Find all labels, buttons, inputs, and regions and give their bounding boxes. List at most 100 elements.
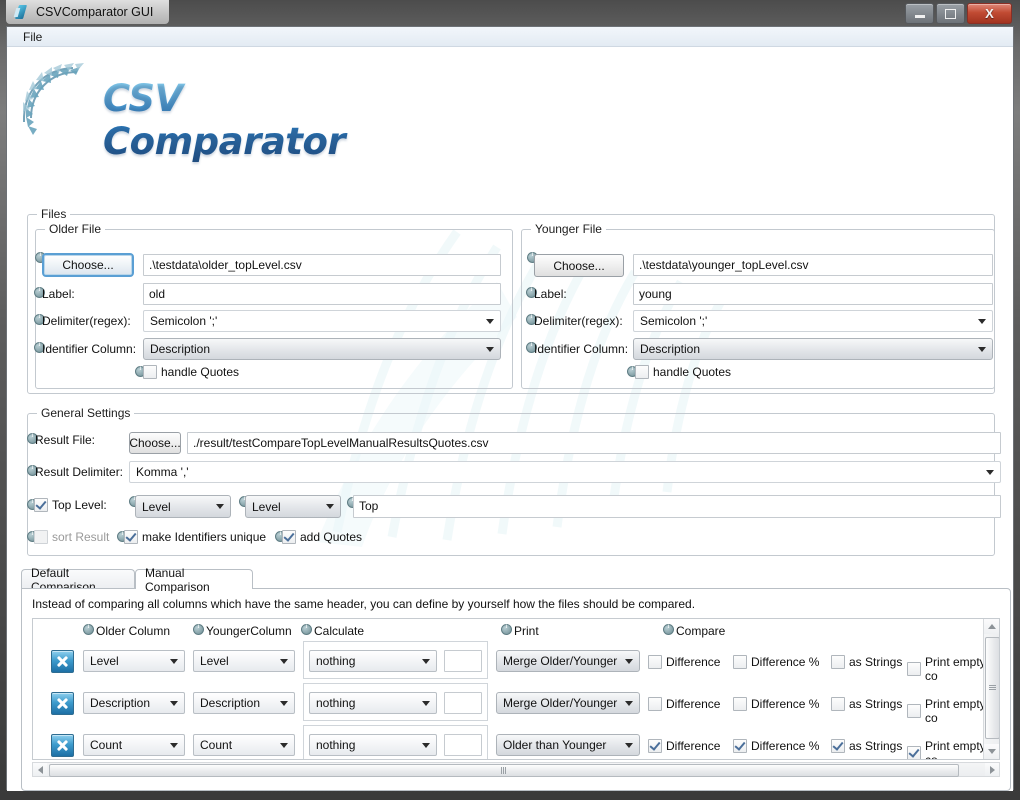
window-controls: X [905, 3, 1012, 24]
delete-row-button[interactable] [51, 734, 74, 757]
tab-manual-comparison[interactable]: Manual Comparison [135, 566, 253, 594]
row-calculate-combo[interactable]: nothing [309, 650, 437, 672]
older-path-field[interactable]: .\testdata\older_topLevel.csv [143, 254, 501, 276]
row-younger-column-combo[interactable]: Level [193, 650, 295, 672]
row-as-strings-checkbox[interactable]: as Strings [831, 655, 902, 669]
header-print-label: Print [514, 624, 539, 638]
row-print-combo[interactable]: Merge Older/Younger [496, 650, 640, 672]
row-calculate-value: nothing [316, 738, 356, 752]
scroll-down-button[interactable] [984, 744, 999, 759]
younger-delimiter-combo[interactable]: Semicolon ';' [633, 310, 993, 332]
top-level-text-value: Top [359, 499, 379, 513]
row-difference-checkbox[interactable]: Difference [648, 655, 720, 669]
checkbox-box [907, 746, 921, 759]
result-choose-button[interactable]: Choose... [129, 432, 181, 454]
younger-label-field[interactable]: young [633, 283, 993, 305]
row-calculate-combo[interactable]: nothing [309, 734, 437, 756]
tab-manual-comparison-label: Manual Comparison [145, 565, 210, 594]
add-quotes-checkbox[interactable]: add Quotes [282, 530, 362, 544]
younger-choose-button[interactable]: Choose... [534, 254, 624, 277]
make-identifiers-unique-checkbox[interactable]: make Identifiers unique [124, 530, 266, 544]
row-younger-column-combo[interactable]: Description [193, 692, 295, 714]
caret-down-icon [987, 749, 996, 754]
checkbox-box [831, 739, 845, 753]
minimize-button[interactable] [905, 3, 934, 24]
vertical-scroll-thumb[interactable] [985, 637, 999, 739]
younger-identifier-combo[interactable]: Description [633, 338, 993, 360]
older-delimiter-caption: Delimiter(regex): [42, 314, 131, 328]
menu-item-file[interactable]: File [17, 29, 48, 45]
older-label-field[interactable]: old [143, 283, 501, 305]
maximize-button[interactable] [936, 3, 965, 24]
row-older-column-combo[interactable]: Count [83, 734, 185, 756]
row-print-value: Merge Older/Younger [503, 696, 618, 710]
older-choose-button[interactable]: Choose... [42, 253, 134, 277]
grip-icon [501, 767, 507, 774]
row-calculate-input[interactable] [444, 734, 482, 756]
chevron-down-icon [422, 700, 430, 706]
table-vertical-scrollbar[interactable] [983, 619, 999, 759]
row-as-strings-checkbox[interactable]: as Strings [831, 697, 902, 711]
row-calculate-value: nothing [316, 654, 356, 668]
row-as-strings-checkbox[interactable]: as Strings [831, 739, 902, 753]
younger-choose-label: Choose... [553, 258, 605, 273]
older-delimiter-combo[interactable]: Semicolon ';' [143, 310, 501, 332]
window-title: CSVComparator GUI [36, 5, 154, 19]
header-older-column-label: Older Column [96, 624, 171, 638]
checkbox-box [34, 498, 48, 512]
header-younger-column-label: YoungerColumn [206, 624, 292, 638]
row-older-column-combo[interactable]: Level [83, 650, 185, 672]
top-level-checkbox[interactable]: Top Level: [34, 498, 107, 512]
younger-delimiter-value: Semicolon ';' [640, 314, 708, 328]
chevron-down-icon [170, 700, 178, 706]
scroll-up-button[interactable] [984, 619, 999, 634]
app-logo-icon [14, 5, 29, 20]
older-path-value: .\testdata\older_topLevel.csv [149, 258, 302, 272]
row-difference-checkbox[interactable]: Difference [648, 739, 720, 753]
chevron-down-icon [986, 469, 994, 475]
scroll-left-button[interactable] [33, 763, 47, 776]
older-identifier-combo[interactable]: Description [143, 338, 501, 360]
delete-row-button[interactable] [51, 692, 74, 715]
younger-handle-quotes-checkbox[interactable]: handle Quotes [635, 365, 731, 379]
row-difference-pct-checkbox[interactable]: Difference % [733, 655, 819, 669]
row-difference-pct-checkbox[interactable]: Difference % [733, 739, 819, 753]
row-difference-checkbox[interactable]: Difference [648, 697, 720, 711]
tab-default-comparison[interactable]: Default Comparison [21, 566, 135, 594]
scroll-right-button[interactable] [985, 763, 999, 776]
checkbox-box [34, 530, 48, 544]
top-level-younger-combo[interactable]: Level [245, 495, 341, 518]
top-level-text-field[interactable]: Top [353, 495, 1001, 518]
checkbox-box [907, 662, 921, 676]
row-print-combo[interactable]: Merge Older/Younger [496, 692, 640, 714]
row-as-strings-label: as Strings [849, 739, 903, 753]
caret-left-icon [37, 765, 43, 774]
row-younger-column-combo[interactable]: Count [193, 734, 295, 756]
younger-path-field[interactable]: .\testdata\younger_topLevel.csv [633, 254, 993, 276]
horizontal-scroll-thumb[interactable] [49, 764, 959, 777]
row-calculate-combo[interactable]: nothing [309, 692, 437, 714]
close-button[interactable]: X [967, 3, 1012, 24]
chevron-down-icon [280, 742, 288, 748]
row-print-combo[interactable]: Older than Younger [496, 734, 640, 756]
row-calculate-input[interactable] [444, 692, 482, 714]
delete-row-button[interactable] [51, 650, 74, 673]
table-horizontal-scrollbar[interactable] [32, 762, 1000, 777]
row-older-column-combo[interactable]: Description [83, 692, 185, 714]
checkbox-box [143, 365, 157, 379]
row-calculate-input[interactable] [444, 650, 482, 672]
chevron-down-icon [422, 658, 430, 664]
general-settings-legend: General Settings [37, 406, 135, 420]
older-handle-quotes-checkbox[interactable]: handle Quotes [143, 365, 239, 379]
maximize-icon [945, 8, 956, 19]
result-file-field[interactable]: ./result/testCompareTopLevelManualResult… [187, 432, 1001, 454]
result-delimiter-combo[interactable]: Komma ',' [129, 461, 1001, 483]
row-difference-pct-checkbox[interactable]: Difference % [733, 697, 819, 711]
menu-bar: File [7, 27, 1013, 47]
row-older-column-value: Description [90, 696, 151, 710]
top-level-older-combo[interactable]: Level [135, 495, 231, 518]
older-delimiter-value: Semicolon ';' [150, 314, 218, 328]
header-compare: Compare [663, 622, 725, 638]
younger-label-value: young [639, 287, 672, 301]
sort-result-checkbox: sort Result [34, 530, 109, 544]
